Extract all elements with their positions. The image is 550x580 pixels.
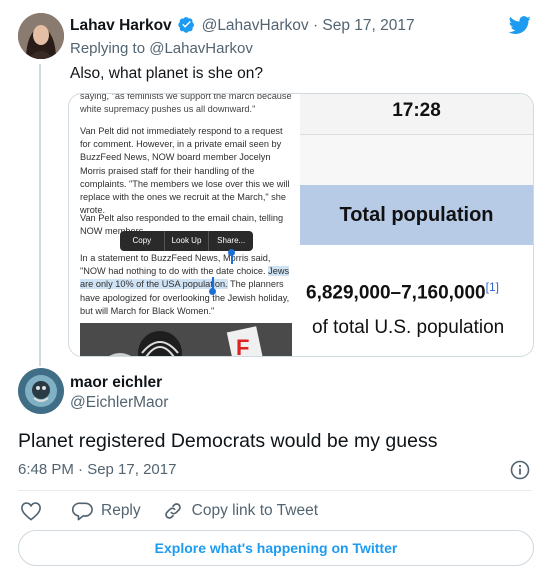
tweet-text: Also, what planet is she on?	[70, 65, 264, 82]
phone-header: Total population	[339, 204, 494, 226]
display-name[interactable]: Lahav Harkov	[70, 17, 172, 34]
copy-link-button[interactable]: Copy link to Tweet	[192, 502, 318, 520]
info-icon[interactable]	[510, 460, 530, 480]
article-para3: In a statement to BuzzFeed News, Morris …	[80, 253, 290, 316]
replying-to[interactable]: Replying to @LahavHarkov	[70, 40, 253, 57]
svg-text:F: F	[236, 335, 249, 356]
phone-screenshot: 17:28 Total population 6,829,000–7,160,0…	[300, 94, 533, 356]
avatar[interactable]	[18, 13, 64, 59]
population-range: 6,829,000–7,160,000	[306, 282, 486, 304]
thread-line	[39, 64, 41, 366]
popup-copy: Copy	[120, 231, 165, 251]
article-line-top: saying, "as feminists we support the mar…	[80, 94, 292, 115]
twitter-bird-icon[interactable]	[508, 14, 532, 36]
article-para1: Van Pelt did not immediately respond to …	[80, 126, 290, 216]
article-screenshot: saying, "as feminists we support the mar…	[69, 94, 300, 356]
phone-time: 17:28	[392, 100, 441, 121]
reference-link: [1]	[485, 280, 499, 294]
popup-look-up: Look Up	[165, 231, 210, 251]
tweet-media[interactable]: saying, "as feminists we support the mar…	[68, 93, 534, 357]
verified-badge-icon	[178, 17, 195, 33]
text-selection-popup: Copy Look Up Share...	[120, 231, 253, 251]
explore-button[interactable]: Explore what's happening on Twitter	[18, 530, 534, 566]
handle[interactable]: @EichlerMaor	[70, 394, 168, 412]
reply-icon[interactable]	[72, 501, 94, 521]
avatar[interactable]	[18, 368, 64, 414]
action-bar: Reply Copy link to Tweet	[18, 500, 532, 522]
heart-icon[interactable]	[20, 501, 42, 521]
selection-handle-icon	[209, 288, 216, 295]
divider	[18, 490, 532, 491]
display-name[interactable]: maor eichler	[70, 374, 162, 392]
phone-subtext: of total U.S. population	[312, 317, 505, 338]
popup-share: Share...	[217, 236, 246, 245]
tweet-text: Planet registered Democrats would be my …	[18, 430, 438, 452]
reply-button[interactable]: Reply	[101, 502, 141, 520]
link-icon[interactable]	[163, 501, 183, 521]
article-image: F	[80, 323, 292, 356]
handle-and-date[interactable]: @LahavHarkov · Sep 17, 2017	[202, 17, 415, 34]
tweet-timestamp[interactable]: 6:48 PM · Sep 17, 2017	[18, 461, 176, 478]
selection-handle-icon	[228, 249, 235, 256]
